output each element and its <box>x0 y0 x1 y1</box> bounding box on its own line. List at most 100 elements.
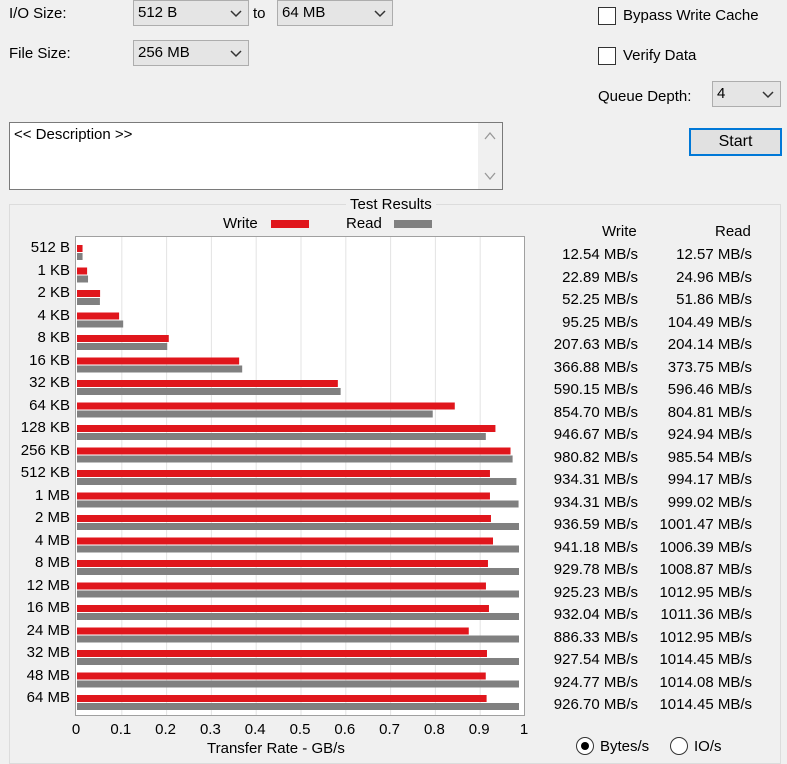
bytes-per-sec-radio[interactable] <box>576 737 594 755</box>
write-value: 854.70 MB/s <box>553 403 638 421</box>
chevron-up-icon[interactable] <box>484 131 496 141</box>
category-label: 8 KB <box>37 329 70 346</box>
write-bar-32kb <box>77 380 338 387</box>
category-label: 12 MB <box>26 576 70 594</box>
read-value: 985.54 MB/s <box>667 448 752 466</box>
file-size-value: 256 MB <box>138 44 190 61</box>
category-label: 128 KB <box>20 419 70 436</box>
file-size-label: File Size: <box>9 45 71 62</box>
description-textarea[interactable]: << Description >> <box>9 122 503 190</box>
read-bar-2kb <box>77 298 100 305</box>
bypass-write-cache-label: Bypass Write Cache <box>623 7 759 24</box>
write-bar-16kb <box>77 357 240 365</box>
read-bar-16mb <box>77 613 519 620</box>
write-value: 52.25 MB/s <box>562 291 638 308</box>
description-scrollbar[interactable] <box>478 123 502 189</box>
read-value: 1012.95 MB/s <box>659 583 752 601</box>
write-value: 22.89 MB/s <box>562 268 638 286</box>
file-size-select[interactable]: 256 MB <box>133 40 249 66</box>
queue-depth-select[interactable]: 4 <box>712 81 781 107</box>
write-value: 941.18 MB/s <box>553 538 638 556</box>
category-label: 64 MB <box>26 689 70 706</box>
read-bar-4mb <box>77 545 519 553</box>
chevron-down-icon[interactable] <box>484 171 496 181</box>
write-bar-64mb <box>77 695 487 702</box>
read-value: 12.57 MB/s <box>676 246 752 263</box>
write-bar-4mb <box>77 537 494 545</box>
chevron-down-icon <box>230 50 242 58</box>
io-size-from-value: 512 B <box>138 4 178 21</box>
category-label: 24 MB <box>26 621 70 639</box>
write-bar-2kb <box>77 290 101 297</box>
write-value: 934.31 MB/s <box>553 471 638 488</box>
write-value: 929.78 MB/s <box>553 561 638 578</box>
queue-depth-label: Queue Depth: <box>598 88 692 105</box>
write-bar-12mb <box>77 582 486 590</box>
read-bar-32mb <box>77 658 519 665</box>
read-value: 999.02 MB/s <box>667 493 752 511</box>
start-button[interactable]: Start <box>689 128 782 156</box>
category-label: 48 MB <box>26 666 70 684</box>
read-bar-1mb <box>77 500 519 508</box>
read-bar-4kb <box>77 320 124 328</box>
write-value: 590.15 MB/s <box>553 381 638 398</box>
io-size-to-select[interactable]: 64 MB <box>277 0 393 26</box>
x-tick-label: 0.7 <box>379 721 401 738</box>
legend-write-swatch <box>271 220 309 228</box>
read-value: 596.46 MB/s <box>667 381 752 398</box>
write-bar-512b <box>77 245 83 252</box>
x-tick-label: 0.5 <box>289 721 311 738</box>
read-bar-1kb <box>77 275 89 283</box>
x-tick-label: 0.2 <box>155 721 177 738</box>
write-value: 936.59 MB/s <box>553 516 638 533</box>
legend-read-label: Read <box>346 215 382 232</box>
write-bar-256kb <box>77 447 511 455</box>
read-bar-2mb <box>77 523 519 530</box>
category-label: 8 MB <box>34 554 70 571</box>
write-column-header: Write <box>602 223 637 240</box>
read-bar-32kb <box>77 388 341 395</box>
read-bar-512kb <box>77 478 517 485</box>
io-per-sec-radio[interactable] <box>670 737 688 755</box>
read-value: 1012.95 MB/s <box>659 628 752 646</box>
write-value: 12.54 MB/s <box>562 246 638 263</box>
bypass-write-cache-checkbox[interactable] <box>598 7 616 25</box>
chart-plot-area <box>75 236 525 716</box>
read-value: 373.75 MB/s <box>667 358 752 376</box>
chevron-down-icon <box>374 10 386 18</box>
read-bar-12mb <box>77 590 519 598</box>
read-bar-24mb <box>77 635 519 643</box>
write-value: 207.63 MB/s <box>553 336 638 353</box>
legend-write-label: Write <box>223 215 258 232</box>
category-label: 1 MB <box>34 486 70 504</box>
category-label: 4 MB <box>34 531 70 549</box>
read-value: 1001.47 MB/s <box>659 516 752 533</box>
category-label: 512 KB <box>20 464 70 481</box>
write-bar-4kb <box>77 312 120 320</box>
to-label: to <box>253 5 266 22</box>
category-label: 16 KB <box>29 351 70 369</box>
x-tick-label: 0 <box>71 721 81 738</box>
write-bar-512kb <box>77 470 490 477</box>
read-value: 1014.45 MB/s <box>659 651 752 668</box>
test-results-title: Test Results <box>346 196 436 213</box>
x-tick-label: 1 <box>519 721 529 738</box>
io-size-label: I/O Size: <box>9 5 67 22</box>
io-size-from-select[interactable]: 512 B <box>133 0 249 26</box>
read-value: 1014.08 MB/s <box>659 673 752 691</box>
write-bar-8kb <box>77 335 169 342</box>
write-value: 932.04 MB/s <box>553 606 638 623</box>
write-bar-24mb <box>77 627 469 635</box>
verify-data-checkbox[interactable] <box>598 47 616 65</box>
write-bar-2mb <box>77 515 491 522</box>
category-label: 512 B <box>30 239 70 256</box>
radio-selected-dot <box>581 742 589 750</box>
read-value: 51.86 MB/s <box>676 291 752 308</box>
write-bar-48mb <box>77 672 486 680</box>
x-tick-label: 0.3 <box>199 721 221 738</box>
read-value: 1011.36 MB/s <box>660 606 752 623</box>
x-tick-label: 0.4 <box>244 721 266 738</box>
category-label: 2 KB <box>37 284 70 301</box>
queue-depth-value: 4 <box>717 85 726 102</box>
read-value: 804.81 MB/s <box>667 403 752 421</box>
